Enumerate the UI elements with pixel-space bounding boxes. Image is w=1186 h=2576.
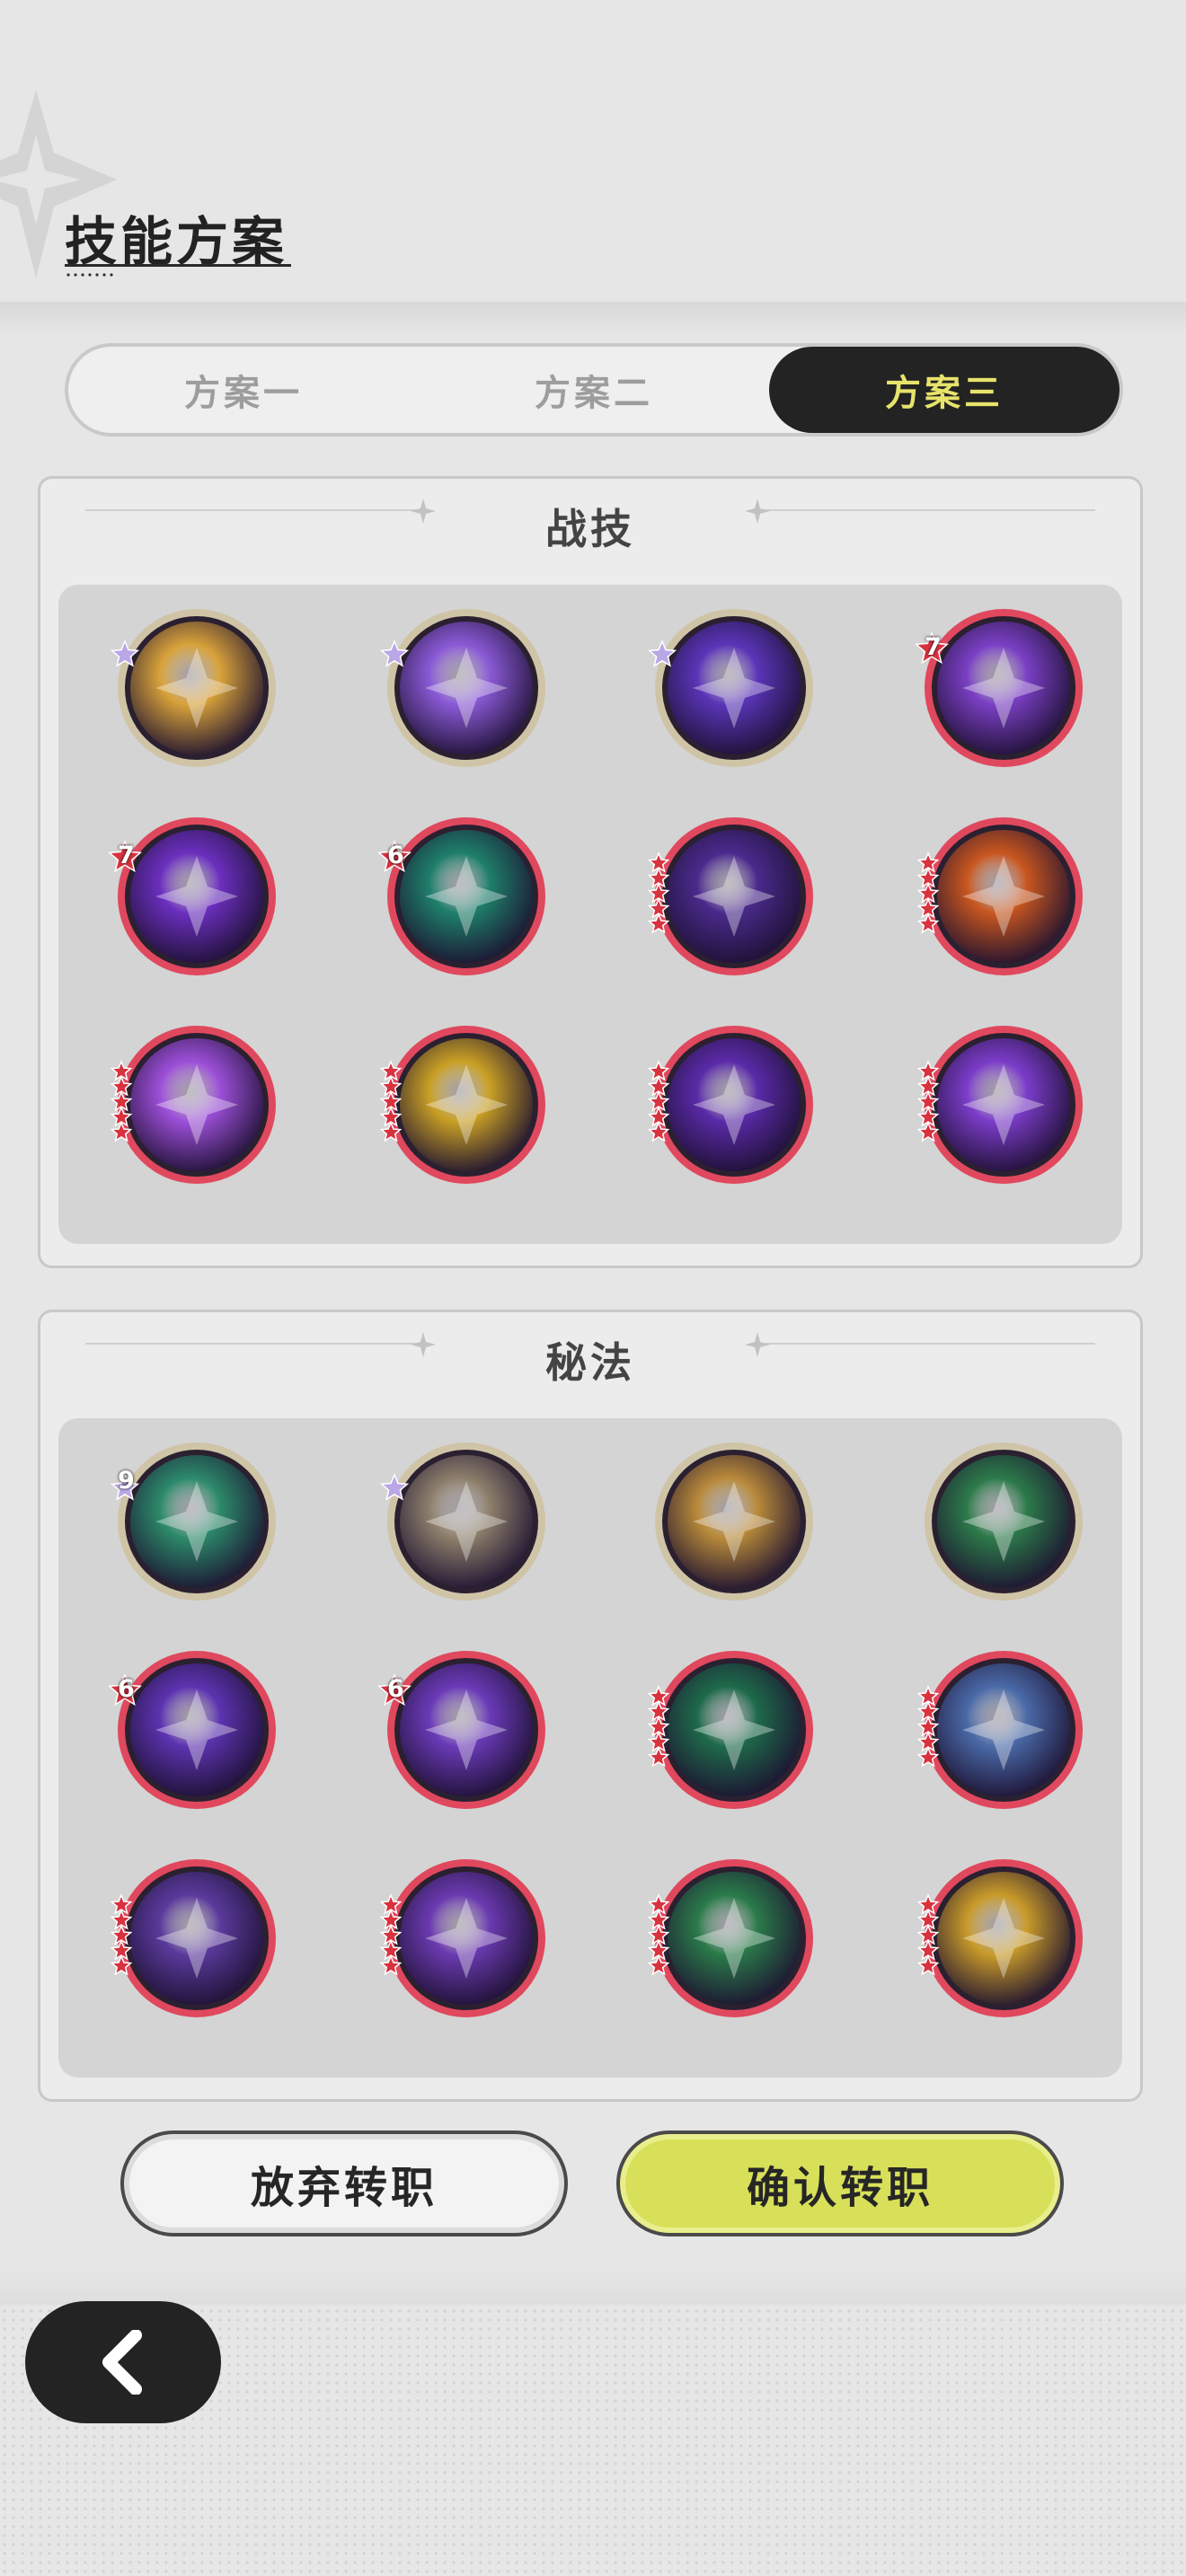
skill-level-number: 6 bbox=[387, 842, 404, 869]
panel-title: 秘法 bbox=[545, 1338, 635, 1387]
purple-orb-arcane-icon[interactable]: 6 bbox=[107, 1645, 278, 1815]
skill-row: 9 bbox=[58, 1436, 1122, 1616]
green-shield-arcane-icon[interactable] bbox=[644, 1645, 815, 1815]
bottom-divider bbox=[0, 2269, 1186, 2305]
skill-level-number: 6 bbox=[118, 1675, 135, 1703]
purple-arm-arcane-icon[interactable]: 6 bbox=[376, 1645, 547, 1815]
panel-header: 战技 bbox=[40, 495, 1140, 558]
title-dots bbox=[65, 273, 115, 277]
combat-skills-panel: 战技 7 7 6 bbox=[38, 476, 1143, 1268]
skill-grid: 7 7 6 bbox=[58, 585, 1122, 1244]
panel-header: 秘法 bbox=[40, 1328, 1140, 1391]
golden-heal-skill-icon[interactable] bbox=[376, 1019, 547, 1190]
blue-armor-arcane-icon[interactable] bbox=[914, 1645, 1084, 1815]
green-wings-arcane-icon[interactable] bbox=[644, 1853, 815, 2024]
skill-level-number: 7 bbox=[118, 842, 135, 869]
title-underline bbox=[65, 264, 291, 267]
golem-skill-icon[interactable] bbox=[107, 603, 278, 773]
panel-title: 战技 bbox=[545, 505, 635, 553]
green-figure-arcane-icon[interactable]: 9 bbox=[107, 1436, 278, 1607]
gray-figure-arcane-icon[interactable] bbox=[376, 1436, 547, 1607]
back-arrow-icon bbox=[102, 2330, 142, 2395]
skill-row bbox=[58, 1019, 1122, 1199]
tab-plan-1[interactable]: 方案一 bbox=[68, 347, 419, 433]
purple-eye-skill-icon[interactable] bbox=[644, 1019, 815, 1190]
header-divider bbox=[0, 302, 1186, 334]
purple-armor-skill-icon[interactable] bbox=[376, 603, 547, 773]
purple-emblem-skill-icon[interactable]: 7 bbox=[914, 603, 1084, 773]
purple-shield-skill-icon[interactable]: 7 bbox=[107, 811, 278, 982]
arcane-skills-panel: 秘法 9 6 6 bbox=[38, 1310, 1143, 2102]
abandon-job-change-button[interactable]: 放弃转职 bbox=[120, 2130, 568, 2236]
purple-burst-skill-icon[interactable] bbox=[107, 1019, 278, 1190]
green-claw-arcane-icon[interactable] bbox=[914, 1436, 1084, 1607]
skill-row bbox=[58, 1853, 1122, 2033]
skill-row: 6 6 bbox=[58, 1645, 1122, 1824]
tab-plan-2[interactable]: 方案二 bbox=[419, 347, 769, 433]
back-button[interactable] bbox=[25, 2301, 221, 2423]
skill-level-number: 9 bbox=[118, 1467, 135, 1495]
skill-grid: 9 6 6 bbox=[58, 1418, 1122, 2078]
green-spirit-skill-icon[interactable]: 6 bbox=[376, 811, 547, 982]
skill-level-number: 7 bbox=[925, 633, 942, 661]
plan-tabs: 方案一 方案二 方案三 bbox=[65, 343, 1123, 437]
golden-hand-arcane-icon[interactable] bbox=[914, 1853, 1084, 2024]
skill-level-number: 6 bbox=[387, 1675, 404, 1703]
purple-figure-arcane-icon[interactable] bbox=[107, 1853, 278, 2024]
golden-figure-arcane-icon[interactable] bbox=[644, 1436, 815, 1607]
dark-star-skill-icon[interactable] bbox=[644, 811, 815, 982]
orange-totem-skill-icon[interactable] bbox=[914, 811, 1084, 982]
void-vortex-skill-icon[interactable] bbox=[644, 603, 815, 773]
skill-row: 7 bbox=[58, 603, 1122, 782]
purple-fist-arcane-icon[interactable] bbox=[376, 1853, 547, 2024]
confirm-job-change-button[interactable]: 确认转职 bbox=[616, 2130, 1064, 2236]
purple-hand-skill-icon[interactable] bbox=[914, 1019, 1084, 1190]
skill-row: 7 6 bbox=[58, 811, 1122, 991]
tab-plan-3[interactable]: 方案三 bbox=[769, 347, 1120, 433]
